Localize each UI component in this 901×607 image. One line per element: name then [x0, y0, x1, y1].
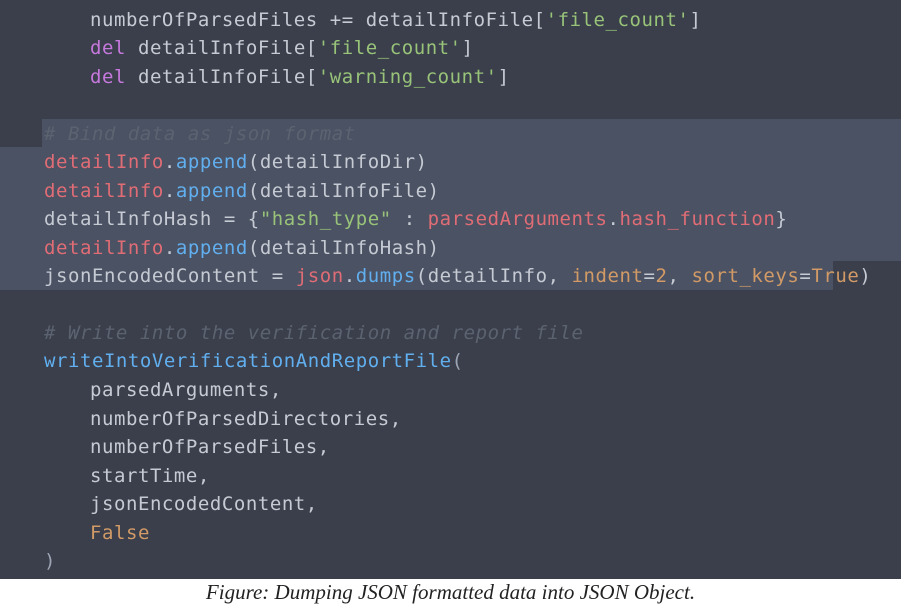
code-line: # Write into the verification and report… — [44, 319, 584, 347]
string-literal: 'warning_count' — [317, 66, 498, 88]
code-token: . — [163, 237, 176, 259]
code-line: writeIntoVerificationAndReportFile( — [44, 347, 464, 375]
number-literal: 2 — [655, 265, 668, 287]
code-token: detailInfoFile[ — [125, 37, 318, 59]
code-token: detailInfoFile[ — [125, 66, 318, 88]
figure-caption: Figure: Dumping JSON formatted data into… — [205, 580, 696, 604]
code-token: ] — [497, 66, 510, 88]
boolean-literal: True — [811, 265, 860, 287]
code-token: = — [799, 265, 812, 287]
code-token: } — [775, 208, 788, 230]
function-argument: startTime, — [90, 465, 210, 487]
keyword: del — [90, 37, 126, 59]
function-name: append — [175, 180, 248, 202]
keyword-argument: sort_keys — [691, 265, 800, 287]
code-token: ] — [689, 9, 702, 31]
code-line: False — [90, 519, 150, 547]
code-token: detailInfoHash = { — [44, 208, 260, 230]
code-token: ) — [859, 265, 872, 287]
code-line: numberOfParsedDirectories, — [90, 405, 402, 433]
code-line: jsonEncodedContent = json.dumps(detailIn… — [44, 262, 871, 290]
object-name: parsedArguments — [427, 208, 608, 230]
keyword-argument: indent — [571, 265, 644, 287]
code-token: , — [667, 265, 692, 287]
code-line: # Bind data as json format — [44, 120, 356, 148]
code-token: (detailInfo, — [415, 265, 572, 287]
code-line: detailInfoHash = {"hash_type" : parsedAr… — [44, 205, 787, 233]
code-comment: # Bind data as json format — [44, 123, 356, 145]
code-line: parsedArguments, — [90, 376, 282, 404]
code-line: ) — [44, 547, 56, 575]
code-line: detailInfo.append(detailInfoHash) — [44, 234, 440, 262]
code-line: jsonEncodedContent, — [90, 490, 318, 518]
string-literal: "hash_type" — [259, 208, 392, 230]
function-name: writeIntoVerificationAndReportFile — [44, 350, 452, 372]
code-token: ] — [461, 37, 474, 59]
boolean-literal: False — [90, 522, 150, 544]
code-line: numberOfParsedFiles += detailInfoFile['f… — [90, 6, 701, 34]
code-token: = — [643, 265, 656, 287]
function-name: dumps — [355, 265, 416, 287]
code-token: . — [163, 151, 176, 173]
code-line: detailInfo.append(detailInfoFile) — [44, 177, 440, 205]
string-literal: 'file_count' — [317, 37, 462, 59]
code-editor[interactable]: numberOfParsedFiles += detailInfoFile['f… — [0, 0, 901, 579]
code-line: del detailInfoFile['warning_count'] — [90, 63, 510, 91]
object-name: json — [295, 265, 344, 287]
function-argument: jsonEncodedContent, — [90, 493, 318, 515]
code-token: ) — [44, 550, 56, 572]
function-argument: numberOfParsedDirectories, — [90, 408, 402, 430]
function-name: append — [175, 151, 248, 173]
keyword: del — [90, 66, 126, 88]
code-token: . — [163, 180, 176, 202]
object-name: detailInfo — [44, 151, 164, 173]
code-token: ( — [451, 350, 464, 372]
code-line: startTime, — [90, 462, 210, 490]
code-comment: # Write into the verification and report… — [44, 322, 584, 344]
code-token: (detailInfoDir) — [247, 151, 428, 173]
object-name: detailInfo — [44, 237, 164, 259]
code-token: (detailInfoFile) — [247, 180, 440, 202]
function-name: append — [175, 237, 248, 259]
code-line: del detailInfoFile['file_count'] — [90, 34, 474, 62]
code-token: : — [391, 208, 428, 230]
code-token: . — [343, 265, 356, 287]
code-token: numberOfParsedFiles += detailInfoFile[ — [90, 9, 546, 31]
object-name: detailInfo — [44, 180, 164, 202]
code-token: jsonEncodedContent = — [44, 265, 296, 287]
function-argument: parsedArguments, — [90, 379, 282, 401]
string-literal: 'file_count' — [545, 9, 690, 31]
function-argument: numberOfParsedFiles, — [90, 436, 330, 458]
code-token: (detailInfoHash) — [247, 237, 440, 259]
code-line: detailInfo.append(detailInfoDir) — [44, 148, 428, 176]
code-token: . — [607, 208, 620, 230]
code-line: numberOfParsedFiles, — [90, 433, 330, 461]
attribute-name: hash_function — [619, 208, 776, 230]
